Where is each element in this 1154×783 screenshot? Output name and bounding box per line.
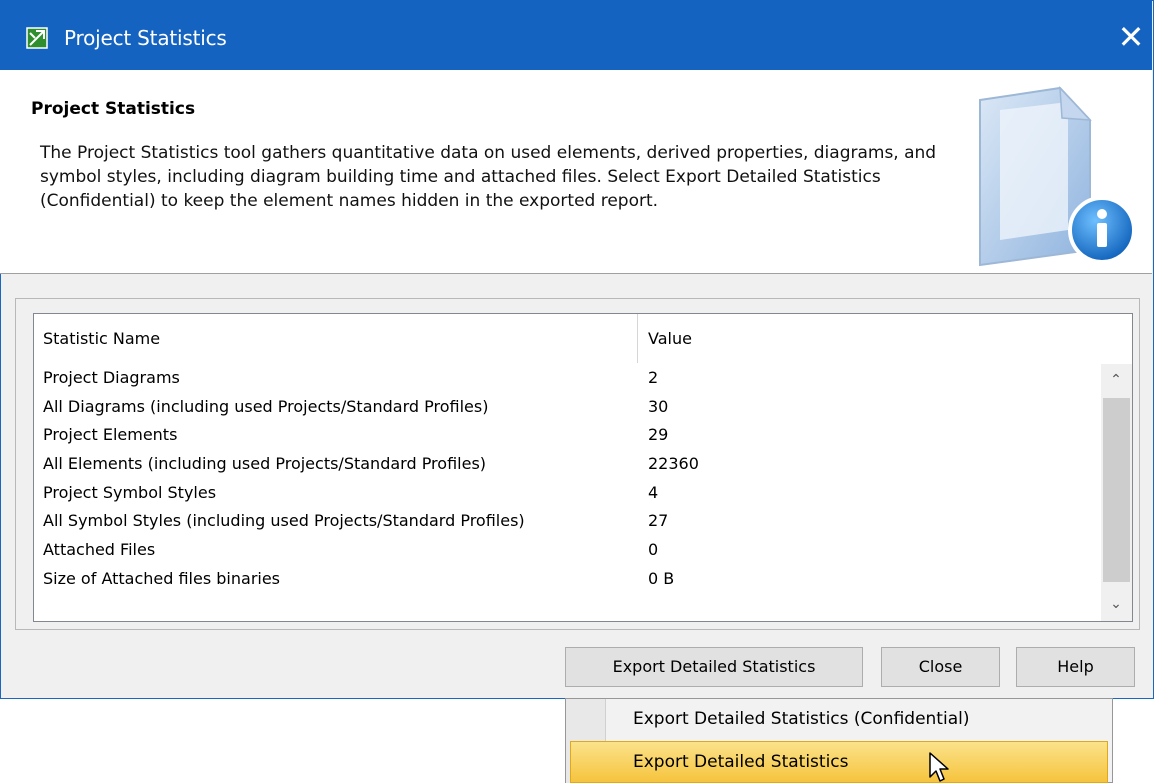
statistic-value: 2 [648,368,659,387]
menu-item-export-confidential[interactable]: Export Detailed Statistics (Confidential… [633,707,969,731]
table-body: Project Diagrams 2 All Diagrams (includi… [34,364,1101,594]
scroll-up-icon[interactable]: ⌃ [1106,366,1126,394]
help-button[interactable]: Help [1016,647,1135,687]
table-row[interactable]: Attached Files 0 [34,536,1101,565]
statistic-name: Attached Files [43,540,156,560]
statistic-value: 22360 [648,454,699,474]
menu-item-export-detailed[interactable]: Export Detailed Statistics [570,741,1108,783]
statistic-value: 0 [648,540,659,560]
statistic-value: 0 B [648,568,675,588]
table-row[interactable]: Project Symbol Styles 4 [34,479,1101,508]
header-description: The Project Statistics tool gathers quan… [40,143,937,211]
scroll-thumb[interactable] [1103,398,1130,582]
statistic-name: Project Elements [43,425,178,445]
table-row[interactable]: Size of Attached files binaries 0 B [34,565,1101,594]
scroll-down-icon[interactable]: ⌄ [1106,590,1126,618]
statistic-value: 30 [648,396,669,416]
close-button[interactable]: Close [881,647,1000,687]
table-row[interactable]: All Diagrams (including used Projects/St… [34,393,1101,422]
table-row[interactable]: Project Diagrams 2 [34,364,1101,393]
column-header-name[interactable]: Statistic Name [34,314,638,363]
statistic-value: 27 [648,511,669,531]
document-info-icon [979,85,1136,267]
statistic-name: All Diagrams (including used Projects/St… [43,396,489,416]
export-detailed-statistics-button[interactable]: Export Detailed Statistics [565,647,863,687]
statistic-name: Size of Attached files binaries [43,568,281,588]
header-title: Project Statistics [31,99,196,119]
statistic-name: Project Diagrams [43,368,180,387]
statistic-value: 4 [648,482,659,502]
table-row[interactable]: All Elements (including used Projects/St… [34,450,1101,479]
mouse-pointer-icon [929,752,949,782]
statistic-name: All Elements (including used Projects/St… [43,454,487,474]
table-row[interactable]: All Symbol Styles (including used Projec… [34,507,1101,536]
column-header-value[interactable]: Value [639,314,1101,363]
app-logo-icon [26,27,48,49]
table-row[interactable]: Project Elements 29 [34,421,1101,450]
window-title: Project Statistics [64,26,227,50]
statistic-name: Project Symbol Styles [43,482,217,502]
close-icon[interactable]: ✕ [1110,16,1152,58]
statistic-name: All Symbol Styles (including used Projec… [43,511,525,531]
statistic-value: 29 [648,425,669,445]
